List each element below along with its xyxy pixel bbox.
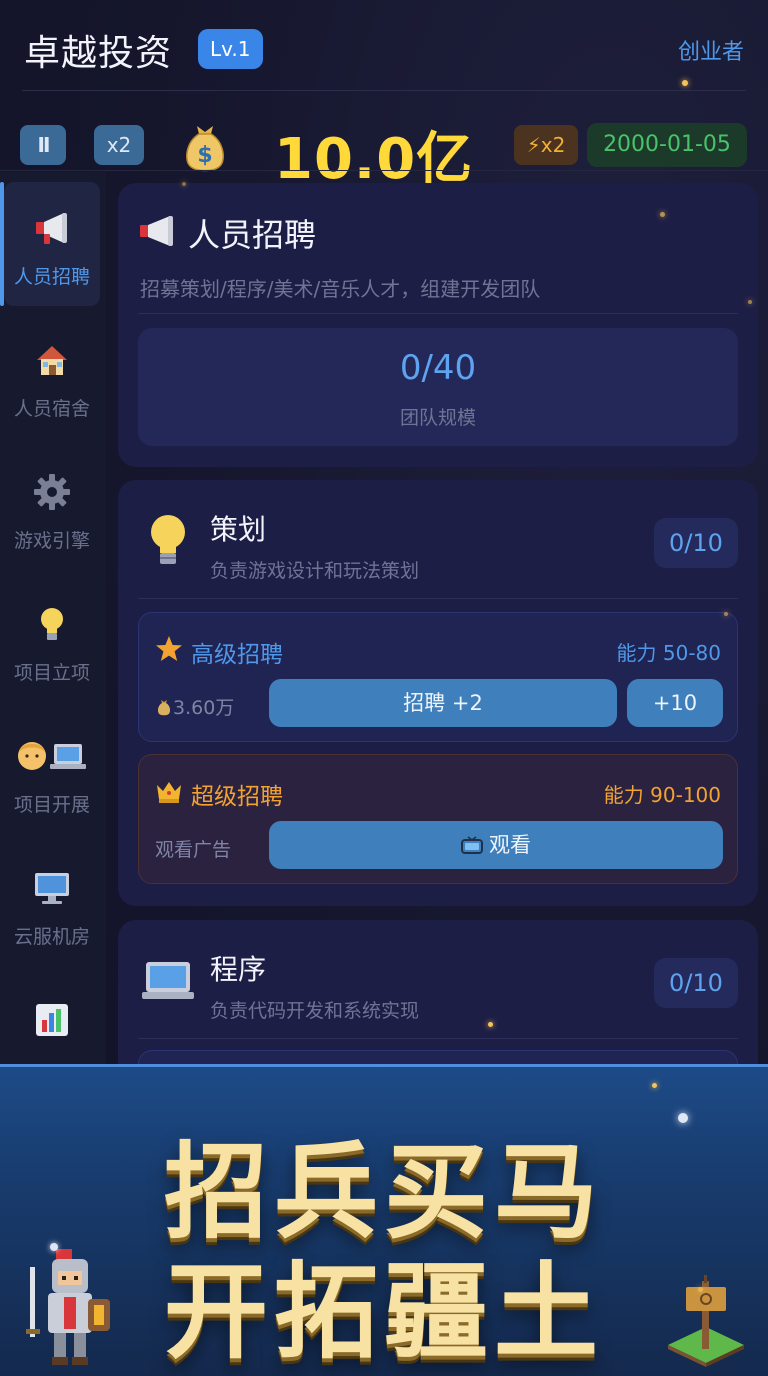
developer-laptop-icon xyxy=(18,742,86,770)
spark-decoration xyxy=(682,80,688,86)
boost-badge[interactable]: ⚡x2 xyxy=(514,125,578,165)
game-date: 2000-01-05 xyxy=(587,123,747,167)
recruit-cost-value: 3.60万 xyxy=(173,697,235,719)
gear-icon xyxy=(34,474,70,510)
role-card-programming: 程序 负责代码开发和系统实现 0/10 xyxy=(118,920,758,1090)
sidebar-item-dormitory[interactable]: 人员宿舍 xyxy=(4,314,100,438)
header-divider xyxy=(22,90,746,91)
team-size-count: 0/40 xyxy=(399,348,477,388)
signpost-icon xyxy=(668,1275,744,1367)
sidebar-item-engine[interactable]: 游戏引擎 xyxy=(4,446,100,570)
app-screen: 卓越投资 Lv.1 创业者 II x2 $ 10.0亿 ⚡x2 2000-01-… xyxy=(0,0,768,1376)
spark-decoration xyxy=(660,212,665,217)
sidebar-item-project-run[interactable]: 项目开展 xyxy=(4,710,100,834)
sidebar-item-recruitment[interactable]: 人员招聘 xyxy=(0,182,100,306)
team-size-label: 团队规模 xyxy=(399,407,476,429)
chart-icon xyxy=(36,1004,68,1036)
company-name: 卓越投资 xyxy=(24,33,173,74)
sidebar-item-label: 游戏引擎 xyxy=(13,530,90,552)
spark-decoration xyxy=(678,1113,688,1123)
ability-range: 能力 90-100 xyxy=(603,783,721,807)
hire-ten-button[interactable]: +10 xyxy=(627,679,723,727)
money-bag-icon xyxy=(157,700,171,716)
divider xyxy=(138,313,738,314)
svg-text:$: $ xyxy=(197,143,212,168)
role-description: 负责游戏设计和玩法策划 xyxy=(210,560,420,582)
crown-icon xyxy=(157,782,181,803)
divider xyxy=(138,1038,738,1039)
role-card-planning: 策划 负责游戏设计和玩法策划 0/10 高级招聘 能力 50-80 3.60万 … xyxy=(118,480,758,906)
top-header: 卓越投资 Lv.1 创业者 xyxy=(0,0,768,90)
spark-decoration xyxy=(698,1287,703,1292)
megaphone-icon xyxy=(36,213,67,244)
tv-icon xyxy=(461,836,483,854)
divider xyxy=(138,598,738,599)
spark-decoration xyxy=(488,1022,493,1027)
money-bag-icon: $ xyxy=(186,126,224,172)
super-recruit-title: 超级招聘 xyxy=(191,784,283,810)
spark-decoration xyxy=(50,1243,58,1251)
level-badge[interactable]: Lv.1 xyxy=(198,29,263,69)
sidebar-item-label: 项目开展 xyxy=(13,794,90,816)
knight-character-icon xyxy=(26,1249,110,1365)
super-recruit-panel: 超级招聘 能力 90-100 观看广告 观看 xyxy=(138,754,738,884)
status-bar: II x2 $ 10.0亿 ⚡x2 2000-01-05 xyxy=(0,110,768,192)
senior-recruit-title: 高级招聘 xyxy=(191,642,283,668)
lightbulb-icon xyxy=(151,515,185,564)
status-divider xyxy=(0,170,768,171)
speed-button[interactable]: x2 xyxy=(94,125,144,165)
sidebar-item-label: 人员宿舍 xyxy=(13,398,90,420)
lightbulb-icon xyxy=(41,608,63,640)
role-name: 程序 xyxy=(210,953,267,986)
senior-recruit-panel: 高级招聘 能力 50-80 3.60万 招聘 +2 +10 xyxy=(138,612,738,742)
sidebar-item-server-room[interactable]: 云服机房 xyxy=(4,842,100,966)
watch-ad-button[interactable]: 观看 xyxy=(269,821,723,869)
role-count-badge: 0/10 xyxy=(654,958,738,1008)
ability-range: 能力 50-80 xyxy=(616,641,721,665)
recruitment-header-card: 人员招聘 招募策划/程序/美术/音乐人才，组建开发团队 0/40 团队规模 xyxy=(118,183,758,467)
role-name: 策划 xyxy=(210,513,267,546)
watch-ad-label: 观看广告 xyxy=(155,839,232,861)
sidebar-item-project-setup[interactable]: 项目立项 xyxy=(4,578,100,702)
team-size-panel: 0/40 团队规模 xyxy=(138,328,738,446)
spark-decoration xyxy=(652,1083,657,1088)
sidebar-item-label: 云服机房 xyxy=(13,926,90,948)
role-count-badge: 0/10 xyxy=(654,518,738,568)
recruit-cost: 3.60万 xyxy=(155,693,234,720)
megaphone-icon xyxy=(140,216,173,246)
spark-decoration xyxy=(182,182,186,186)
pause-button[interactable]: II xyxy=(20,125,66,165)
role-description: 负责代码开发和系统实现 xyxy=(210,1000,420,1022)
sidebar: 人员招聘 人员宿舍 游戏引擎 项目立项 项目开展 云服机房 xyxy=(0,172,106,1072)
page-subtitle: 招募策划/程序/美术/音乐人才，组建开发团队 xyxy=(140,277,541,301)
laptop-icon xyxy=(142,962,194,999)
sidebar-item-label: 人员招聘 xyxy=(13,266,90,288)
spark-decoration xyxy=(724,612,728,616)
computer-icon xyxy=(35,873,69,904)
role-title-link[interactable]: 创业者 xyxy=(678,34,744,66)
watch-ad-button-label: 观看 xyxy=(489,833,531,857)
star-icon xyxy=(156,636,182,661)
sidebar-item-label: 项目立项 xyxy=(13,662,90,684)
spark-decoration xyxy=(748,300,752,304)
hire-two-button[interactable]: 招聘 +2 xyxy=(269,679,617,727)
page-title: 人员招聘 xyxy=(188,216,317,254)
promo-banner: 招兵买马 开拓疆土 xyxy=(0,1064,768,1376)
house-icon xyxy=(37,346,67,375)
